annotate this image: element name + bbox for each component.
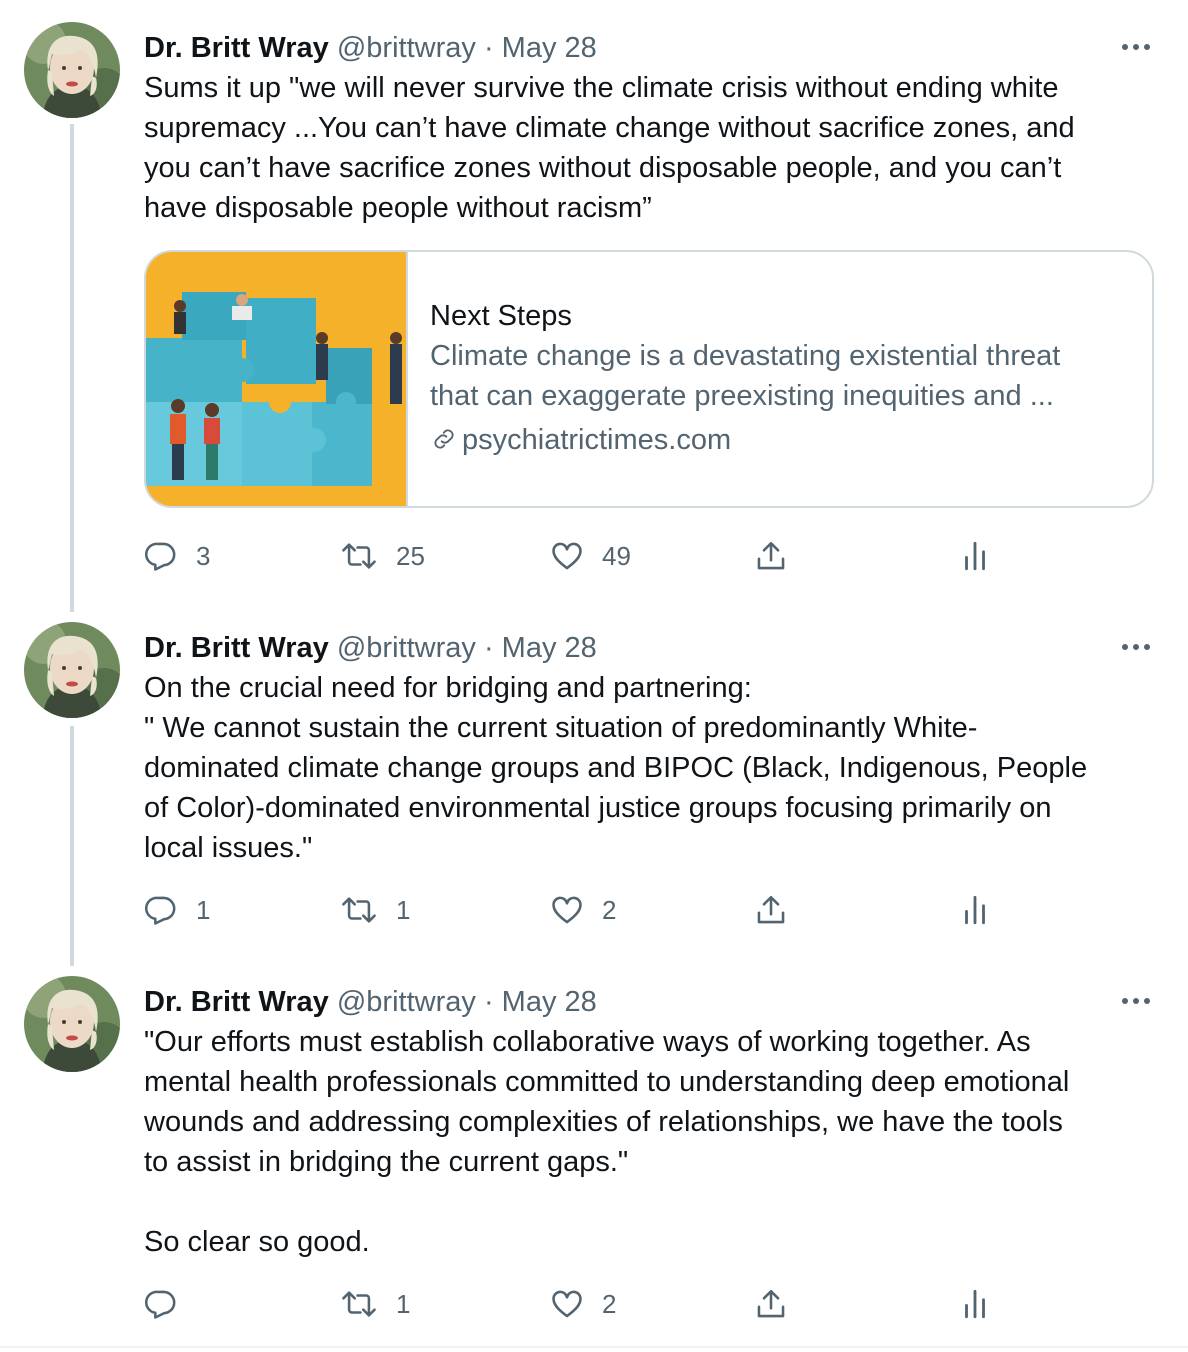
share-icon <box>757 541 785 570</box>
share-icon <box>757 895 785 924</box>
retweet-count: 1 <box>396 894 411 925</box>
share-button[interactable] <box>754 1284 788 1324</box>
card-description-line: Climate change is a devastating existent… <box>430 340 1061 372</box>
avatar[interactable] <box>24 22 120 118</box>
tweet-text-line: dominated climate change groups and BIPO… <box>144 752 1088 784</box>
tweet-text-line <box>144 1182 1144 1222</box>
separator-dot: · <box>483 32 494 64</box>
share-button[interactable] <box>754 536 788 576</box>
more-icon[interactable] <box>1116 632 1156 662</box>
link-icon <box>434 429 454 449</box>
link-card[interactable]: Next Steps Climate change is a devastati… <box>144 250 1154 508</box>
tweet-date[interactable]: May 28 <box>502 632 597 664</box>
divider <box>0 1346 1188 1348</box>
author-name[interactable]: Dr. Britt Wray <box>144 986 329 1018</box>
like-button[interactable]: 49 <box>550 536 631 576</box>
analytics-icon <box>965 1289 985 1319</box>
card-text: Next Steps Climate change is a devastati… <box>430 296 1130 460</box>
analytics-button[interactable] <box>960 1284 990 1324</box>
tweet-text-line: mental health professionals committed to… <box>144 1066 1070 1098</box>
author-handle[interactable]: @brittwray <box>337 632 476 664</box>
author-handle[interactable]: @brittwray <box>337 986 476 1018</box>
tweet-text-line: Sums it up "we will never survive the cl… <box>144 72 1059 104</box>
author-name[interactable]: Dr. Britt Wray <box>144 632 329 664</box>
tweet[interactable]: Dr. Britt Wray @brittwray · May 28 Sums … <box>0 22 1188 602</box>
reply-button[interactable]: 3 <box>144 536 210 576</box>
tweet-text-line: have disposable people without racism” <box>144 192 652 224</box>
tweet-actions: 1 1 2 <box>144 890 1144 930</box>
tweet-header: Dr. Britt Wray @brittwray · May 28 <box>144 630 597 666</box>
tweet-actions: 3 25 49 <box>144 536 1144 576</box>
heart-icon <box>552 896 582 924</box>
retweet-icon <box>342 897 376 923</box>
avatar[interactable] <box>24 622 120 718</box>
tweet[interactable]: Dr. Britt Wray @brittwray · May 28 "Our … <box>0 976 1188 1336</box>
tweet-text-line: "Our efforts must establish collaborativ… <box>144 1026 1031 1058</box>
tweet-header: Dr. Britt Wray @brittwray · May 28 <box>144 30 597 66</box>
heart-icon <box>552 542 582 570</box>
card-image <box>146 252 408 506</box>
share-button[interactable] <box>754 890 788 930</box>
retweet-button[interactable]: 1 <box>340 1284 410 1324</box>
tweet-text: "Our efforts must establish collaborativ… <box>144 1022 1144 1262</box>
author-handle[interactable]: @brittwray <box>337 32 476 64</box>
retweet-button[interactable]: 1 <box>340 890 410 930</box>
tweet-date[interactable]: May 28 <box>502 986 597 1018</box>
author-name[interactable]: Dr. Britt Wray <box>144 32 329 64</box>
tweet-actions: 1 2 <box>144 1284 1144 1324</box>
retweet-icon <box>342 1291 376 1317</box>
like-count: 49 <box>602 540 631 571</box>
tweet-text-line: wounds and addressing complexities of re… <box>144 1106 1063 1138</box>
reply-button[interactable]: 1 <box>144 890 210 930</box>
reply-button[interactable] <box>144 1284 196 1324</box>
tweet-text-line: of Color)-dominated environmental justic… <box>144 792 1052 824</box>
card-description: Climate change is a devastating existent… <box>430 336 1130 416</box>
tweet-text-line: to assist in bridging the current gaps." <box>144 1146 629 1178</box>
tweet[interactable]: Dr. Britt Wray @brittwray · May 28 On th… <box>0 622 1188 942</box>
tweet-text-line: On the crucial need for bridging and par… <box>144 672 752 704</box>
tweet-header: Dr. Britt Wray @brittwray · May 28 <box>144 984 597 1020</box>
reply-count: 3 <box>196 540 211 571</box>
card-domain: psychiatrictimes.com <box>430 420 1130 460</box>
like-count: 2 <box>602 894 617 925</box>
share-icon <box>757 1289 785 1318</box>
heart-icon <box>552 1290 582 1318</box>
tweet-text-line: you can’t have sacrifice zones without d… <box>144 152 1062 184</box>
tweet-text-line: local issues." <box>144 832 313 864</box>
retweet-count: 1 <box>396 1288 411 1319</box>
avatar[interactable] <box>24 976 120 1072</box>
card-description-line: that can exaggerate preexisting inequiti… <box>430 380 1054 412</box>
tweet-text-line: So clear so good. <box>144 1226 370 1258</box>
analytics-icon <box>965 895 985 925</box>
card-domain-text: psychiatrictimes.com <box>462 424 732 456</box>
reply-count: 1 <box>196 894 211 925</box>
tweet-text-line: " We cannot sustain the current situatio… <box>144 712 978 744</box>
retweet-button[interactable]: 25 <box>340 536 425 576</box>
tweet-text-line: supremacy ...You can’t have climate chan… <box>144 112 1075 144</box>
retweet-count: 25 <box>396 540 425 571</box>
separator-dot: · <box>483 986 494 1018</box>
card-title: Next Steps <box>430 300 572 332</box>
reply-icon <box>144 542 176 571</box>
analytics-icon <box>965 541 985 571</box>
like-count: 2 <box>602 1288 617 1319</box>
more-icon[interactable] <box>1116 32 1156 62</box>
like-button[interactable]: 2 <box>550 890 616 930</box>
like-button[interactable]: 2 <box>550 1284 616 1324</box>
tweet-date[interactable]: May 28 <box>502 32 597 64</box>
reply-icon <box>144 896 176 925</box>
separator-dot: · <box>483 632 494 664</box>
reply-icon <box>144 1290 176 1319</box>
more-icon[interactable] <box>1116 986 1156 1016</box>
retweet-icon <box>342 543 376 569</box>
analytics-button[interactable] <box>960 536 990 576</box>
tweet-text: On the crucial need for bridging and par… <box>144 668 1144 868</box>
tweet-text: Sums it up "we will never survive the cl… <box>144 68 1144 228</box>
analytics-button[interactable] <box>960 890 990 930</box>
